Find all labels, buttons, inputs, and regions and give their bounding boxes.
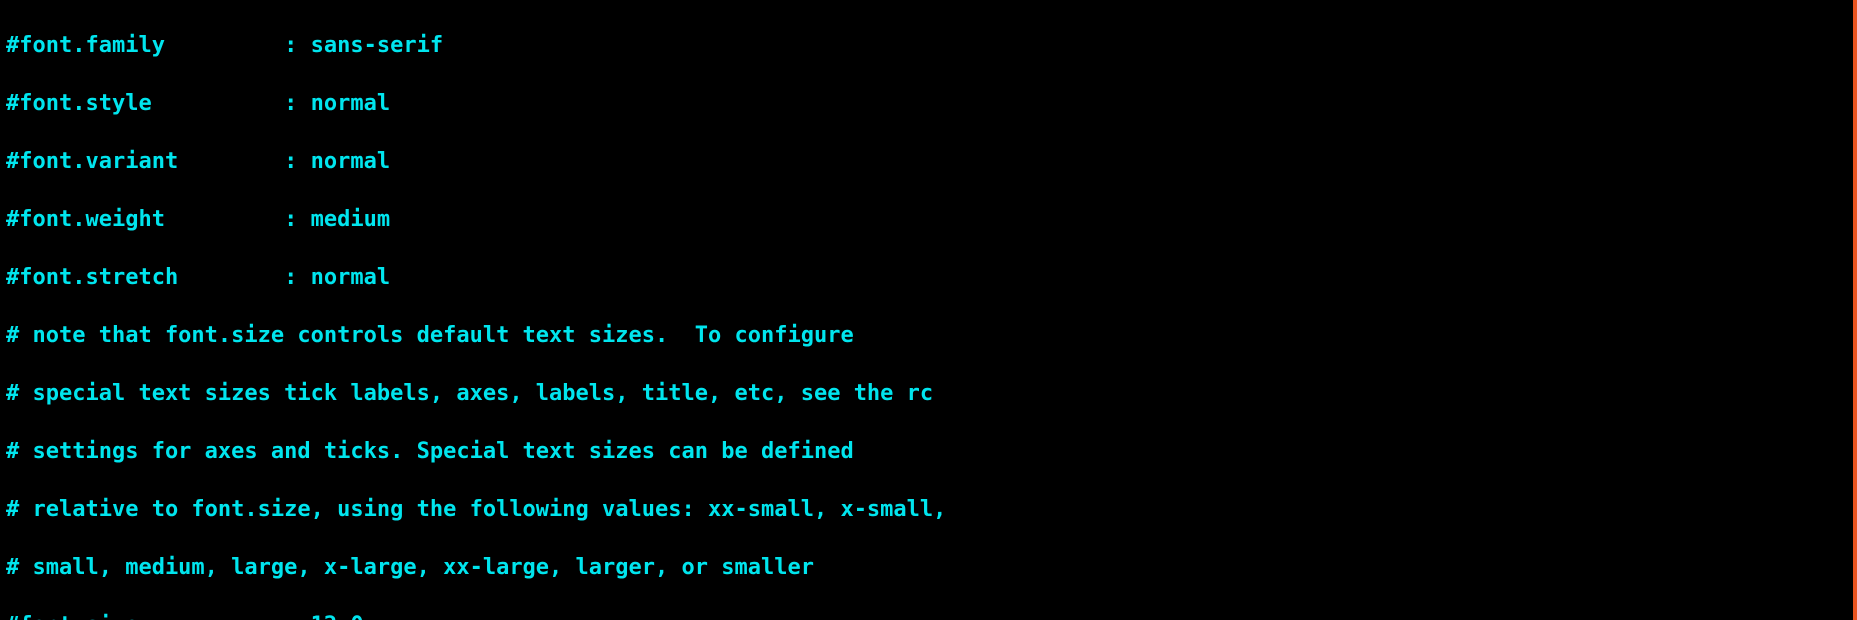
config-comment: # note that font.size controls default t…: [6, 321, 1530, 350]
config-line: #font.weight : medium: [6, 205, 1530, 234]
window-accent-bar: [1853, 0, 1857, 620]
config-line: #font.variant : normal: [6, 147, 1530, 176]
config-comment: # settings for axes and ticks. Special t…: [6, 437, 1530, 466]
config-comment: # special text sizes tick labels, axes, …: [6, 379, 1530, 408]
config-line: #font.stretch : normal: [6, 263, 1530, 292]
config-line: #font.family : sans-serif: [6, 31, 1530, 60]
config-line: #font.size : 12.0: [6, 611, 1530, 620]
terminal-editor[interactable]: #font.family : sans-serif #font.style : …: [0, 0, 1530, 620]
config-comment: # small, medium, large, x-large, xx-larg…: [6, 553, 1530, 582]
config-line: #font.style : normal: [6, 89, 1530, 118]
config-comment: # relative to font.size, using the follo…: [6, 495, 1530, 524]
